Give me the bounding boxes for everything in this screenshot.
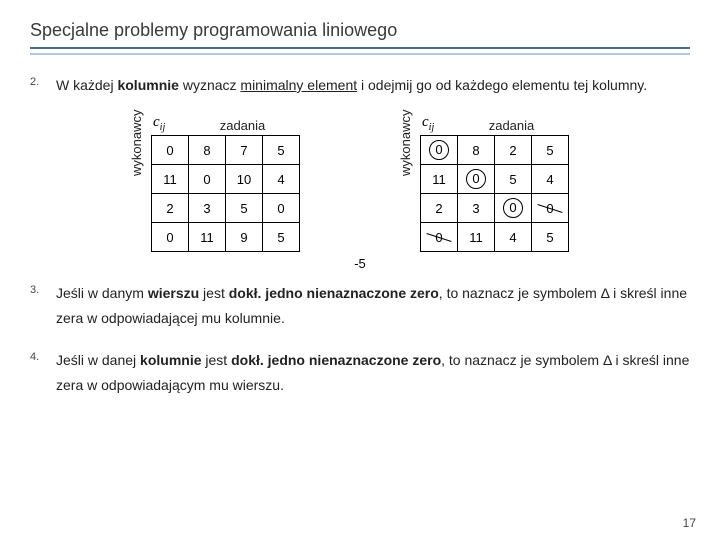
matrix-cell: 4: [495, 223, 532, 252]
text: wyznacz: [179, 77, 240, 93]
matrix-cell: 0: [421, 136, 458, 165]
matrix-cell: 3: [458, 194, 495, 223]
matrix-cell: 5: [226, 194, 263, 223]
zadania-label: zadania: [185, 118, 300, 133]
right-matrix: 082511054230001145: [420, 135, 569, 252]
matrix-cell: 2: [421, 194, 458, 223]
matrix-cell: 5: [263, 136, 300, 165]
circle-mark: 0: [503, 198, 523, 218]
matrix-cell: 4: [263, 165, 300, 194]
matrix-cell: 8: [189, 136, 226, 165]
text-bold: kolumnie: [140, 352, 201, 368]
text-bold: wierszu: [148, 285, 199, 301]
text: i odejmij go od każdego elementu tej kol…: [357, 77, 647, 93]
matrix-cell: 0: [189, 165, 226, 194]
item-number: 4.: [30, 348, 39, 368]
matrix-cell: 7: [226, 136, 263, 165]
matrix-cell: 5: [532, 223, 569, 252]
text: W każdej: [56, 77, 117, 93]
wykonawcy-label: wykonawcy: [398, 109, 413, 175]
matrix-cell: 3: [189, 194, 226, 223]
text: jest: [199, 285, 229, 301]
right-table-wrap: cij zadania wykonawcy 082511054230001145: [420, 114, 569, 252]
left-table-wrap: cij zadania wykonawcy 087511010423500119…: [151, 114, 300, 252]
matrix-cell: 0: [152, 136, 189, 165]
matrix-cell: 11: [152, 165, 189, 194]
circle-mark: 0: [466, 169, 486, 189]
text-underline: minimalny element: [240, 77, 357, 93]
matrix-cell: 11: [189, 223, 226, 252]
matrix-cell: 0: [495, 194, 532, 223]
matrix-cell: 4: [532, 165, 569, 194]
text: Jeśli w danym: [56, 285, 148, 301]
list-item-2: 2. W każdej kolumnie wyznacz minimalny e…: [30, 73, 690, 98]
matrix-cell: 11: [458, 223, 495, 252]
cij-label: cij: [151, 114, 185, 133]
title-rule: [30, 47, 690, 55]
column-min-label: -5: [30, 256, 690, 271]
matrix-cell: 9: [226, 223, 263, 252]
item-number: 3.: [30, 281, 39, 301]
page-title: Specjalne problemy programowania liniowe…: [30, 20, 690, 41]
cij-label: cij: [420, 114, 454, 133]
matrix-cell: 10: [226, 165, 263, 194]
matrix-cell: 5: [532, 136, 569, 165]
text: jest: [202, 352, 232, 368]
left-matrix: 0875110104235001195: [151, 135, 300, 252]
matrix-cell: 2: [152, 194, 189, 223]
matrix-cell: 0: [421, 223, 458, 252]
matrix-cell: 0: [263, 194, 300, 223]
matrix-cell: 5: [263, 223, 300, 252]
text-bold: kolumnie: [117, 77, 178, 93]
matrix-cell: 8: [458, 136, 495, 165]
matrix-cell: 0: [532, 194, 569, 223]
tables-row: cij zadania wykonawcy 087511010423500119…: [30, 114, 690, 252]
item-number: 2.: [30, 73, 39, 93]
wykonawcy-label: wykonawcy: [129, 109, 144, 175]
matrix-cell: 5: [495, 165, 532, 194]
matrix-cell: 11: [421, 165, 458, 194]
text-bold: dokł. jedno nienaznaczone zero: [229, 285, 439, 301]
text: Jeśli w danej: [56, 352, 140, 368]
list-item-3: 3. Jeśli w danym wierszu jest dokł. jedn…: [30, 281, 690, 331]
zadania-label: zadania: [454, 118, 569, 133]
text-bold: dokł. jedno nienaznaczone zero: [231, 352, 441, 368]
matrix-cell: 0: [458, 165, 495, 194]
circle-mark: 0: [429, 140, 449, 160]
page-number: 17: [683, 516, 696, 530]
list-item-4: 4. Jeśli w danej kolumnie jest dokł. jed…: [30, 348, 690, 398]
matrix-cell: 2: [495, 136, 532, 165]
matrix-cell: 0: [152, 223, 189, 252]
